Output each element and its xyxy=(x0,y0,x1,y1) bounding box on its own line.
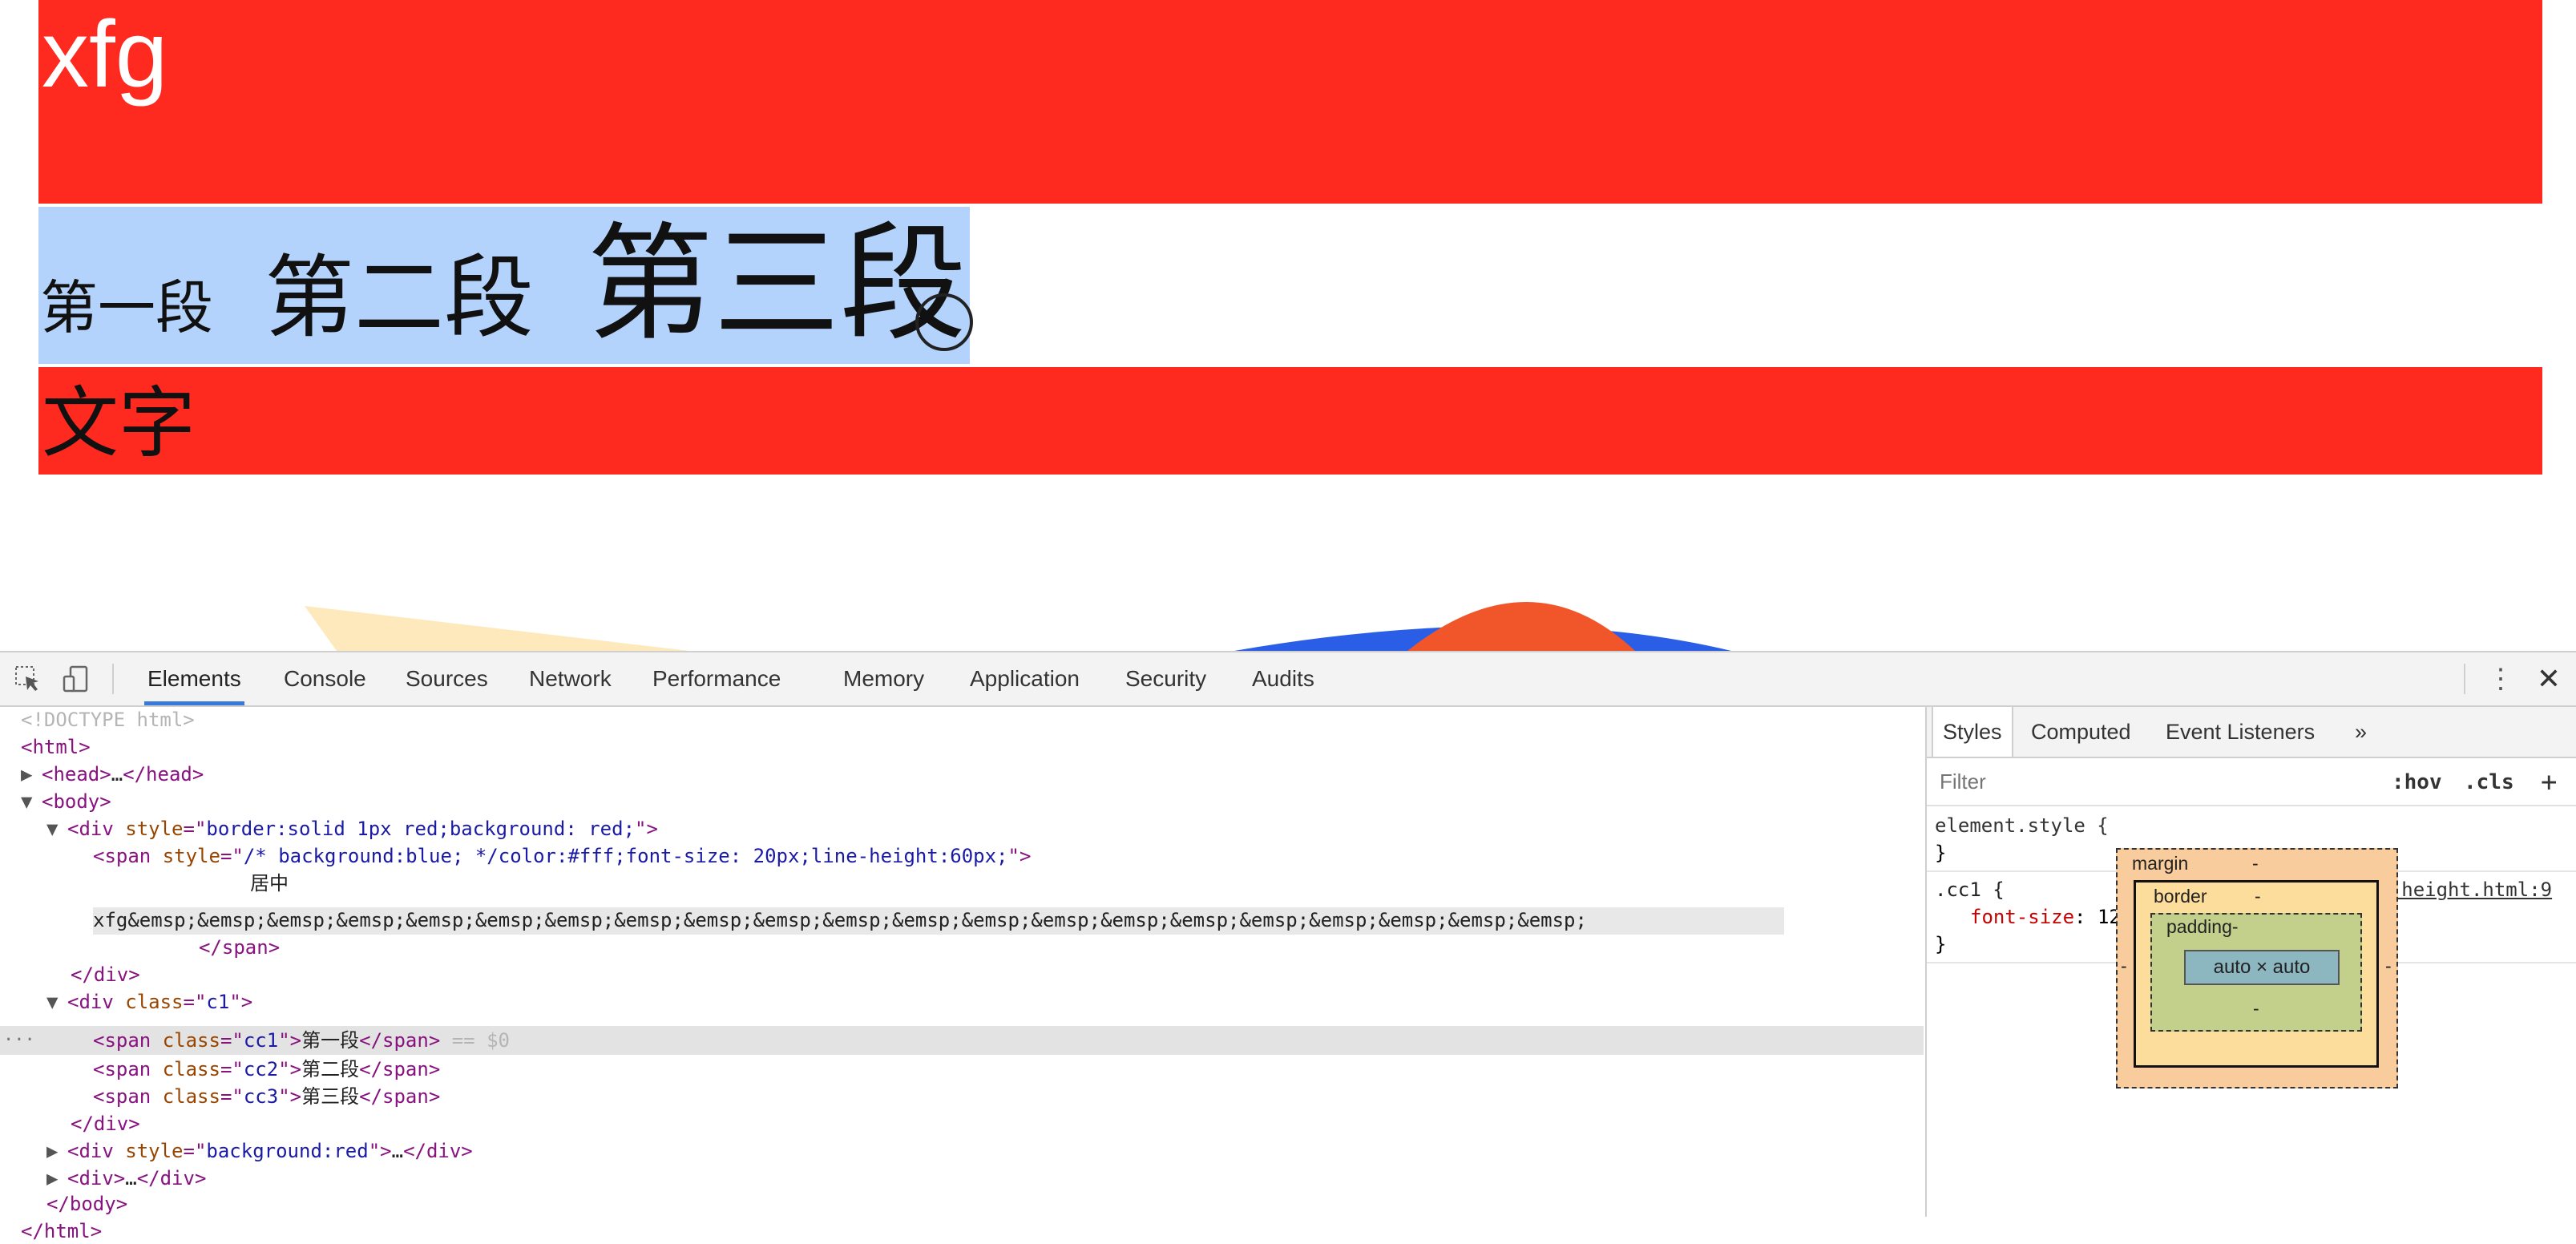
padding-label: padding- xyxy=(2166,916,2239,937)
rendered-page: xfg 第一段 第二段 第三段 文字 xyxy=(0,0,2576,651)
partial-decoration-graphic xyxy=(305,602,1731,651)
toolbar-divider xyxy=(2464,664,2465,694)
margin-top-value[interactable]: - xyxy=(2252,853,2259,874)
cc2-text: 第二段 xyxy=(264,246,534,350)
styles-filter-row: :hov .cls + xyxy=(1927,758,2576,806)
cls-toggle-button[interactable]: .cls xyxy=(2464,766,2514,798)
device-toolbar-icon[interactable] xyxy=(63,665,90,693)
new-style-rule-button[interactable]: + xyxy=(2541,766,2557,798)
cursor-highlight-ring xyxy=(915,293,973,351)
hov-toggle-button[interactable]: :hov xyxy=(2392,766,2442,798)
dom-node-span-cc2[interactable]: <span class="cc2">第二段</span> xyxy=(93,1056,440,1082)
box-model-margin[interactable]: margin - - - border - padding- auto × au… xyxy=(2116,848,2398,1088)
dom-node-span-cc3[interactable]: <span class="cc3">第三段</span> xyxy=(93,1084,440,1109)
banner-text: 文字 xyxy=(42,378,196,468)
collapse-triangle-icon[interactable]: ▼ xyxy=(46,989,67,1015)
sidebar-overflow-icon[interactable]: » xyxy=(2355,707,2367,757)
box-model-border[interactable]: border - padding- auto × auto - xyxy=(2134,880,2379,1068)
dom-node-div-c1-close[interactable]: </div> xyxy=(71,1111,140,1137)
element-style-close-brace: } xyxy=(1935,842,1947,864)
devtools-toolbar: Elements Console Sources Network Performance… xyxy=(0,652,2576,707)
collapse-triangle-icon[interactable]: ▼ xyxy=(46,816,67,842)
dom-node-div-collapsed[interactable]: ▶ <div>…</div> xyxy=(46,1165,206,1191)
styles-filter-input[interactable] xyxy=(1938,765,2358,798)
tab-performance[interactable]: Performance xyxy=(649,652,784,705)
tab-console[interactable]: Console xyxy=(281,652,369,705)
tab-styles[interactable]: Styles xyxy=(1932,707,2013,757)
border-top-value[interactable]: - xyxy=(2255,886,2261,907)
cc1-text: 第一段 xyxy=(40,274,214,341)
box-model-padding[interactable]: padding- auto × auto - xyxy=(2150,913,2362,1032)
dom-node-div-red[interactable]: ▶ <div style="background:red">…</div> xyxy=(46,1138,473,1164)
xfg-banner: xfg xyxy=(38,0,2542,204)
styles-sidebar: Styles Computed Event Listeners » :hov .… xyxy=(1925,707,2576,1217)
expand-triangle-icon[interactable]: ▶ xyxy=(46,1165,67,1191)
dom-node-html-close[interactable]: </html> xyxy=(21,1218,102,1244)
devtools-panel: Elements Console Sources Network Performance… xyxy=(0,651,2576,1242)
text-banner: 文字 xyxy=(38,367,2542,475)
dom-node-span-close[interactable]: </span> xyxy=(199,935,280,960)
xfg-text: xfg xyxy=(42,2,168,107)
toolbar-divider xyxy=(112,664,114,694)
cc1-rule-selector[interactable]: .cc1 { xyxy=(1935,877,2005,903)
dom-node-span-cc1-selected[interactable]: <span class="cc1">第一段</span> == $0 xyxy=(93,1028,510,1053)
inspect-element-icon[interactable] xyxy=(14,665,42,693)
dom-node-div-close[interactable]: </div> xyxy=(71,962,140,988)
tab-security[interactable]: Security xyxy=(1122,652,1209,705)
node-actions-ellipsis[interactable]: ··· xyxy=(3,1026,35,1055)
tab-network[interactable]: Network xyxy=(526,652,615,705)
dom-node-body-close[interactable]: </body> xyxy=(46,1191,127,1217)
expand-triangle-icon[interactable]: ▶ xyxy=(46,1138,67,1164)
dom-text-xfg[interactable]: xfg&emsp;&emsp;&emsp;&emsp;&emsp;&emsp;&… xyxy=(93,907,1587,933)
margin-left-value[interactable]: - xyxy=(2121,955,2127,977)
element-style-selector[interactable]: element.style { xyxy=(1935,813,2109,838)
dom-node-span-styled[interactable]: <span style="/* background:blue; */color… xyxy=(93,843,1031,869)
close-icon[interactable]: ✕ xyxy=(2531,660,2566,697)
tab-audits[interactable]: Audits xyxy=(1249,652,1318,705)
dom-text-center[interactable]: 居中 xyxy=(250,870,289,896)
dom-node-html[interactable]: <html> xyxy=(21,734,91,760)
tab-memory[interactable]: Memory xyxy=(840,652,927,705)
dom-node-body[interactable]: ▼ <body> xyxy=(21,789,111,814)
tab-computed[interactable]: Computed xyxy=(2031,707,2131,757)
border-label: border xyxy=(2154,886,2207,907)
dom-node-head[interactable]: ▶ <head>…</head> xyxy=(21,761,204,787)
tab-sources[interactable]: Sources xyxy=(402,652,491,705)
c1-paragraph-block: 第一段 第二段 第三段 xyxy=(38,207,970,364)
box-model-content[interactable]: auto × auto xyxy=(2184,950,2340,985)
more-options-icon[interactable]: ⋮ xyxy=(2485,660,2517,697)
padding-bottom-value[interactable]: - xyxy=(2253,998,2259,1020)
expand-triangle-icon[interactable]: ▶ xyxy=(21,761,42,787)
cc3-text: 第三段 xyxy=(587,211,967,358)
cc1-rule-close-brace: } xyxy=(1935,933,1947,955)
dom-node-doctype[interactable]: <!DOCTYPE html> xyxy=(21,707,195,733)
dom-node-div-c1[interactable]: ▼ <div class="c1"> xyxy=(46,989,252,1015)
elements-tree: ··· <!DOCTYPE html> <html> ▶ <head>…</hea… xyxy=(0,707,1924,1242)
dom-node-div-banner[interactable]: ▼ <div style="border:solid 1px red;backgr… xyxy=(46,816,658,842)
collapse-triangle-icon[interactable]: ▼ xyxy=(21,789,42,814)
tab-event-listeners[interactable]: Event Listeners xyxy=(2166,707,2315,757)
sidebar-tab-strip: Styles Computed Event Listeners » xyxy=(1927,707,2576,758)
margin-right-value[interactable]: - xyxy=(2385,955,2392,977)
tab-elements[interactable]: Elements xyxy=(144,652,244,705)
margin-label: margin xyxy=(2132,853,2189,874)
tab-application[interactable]: Application xyxy=(967,652,1083,705)
